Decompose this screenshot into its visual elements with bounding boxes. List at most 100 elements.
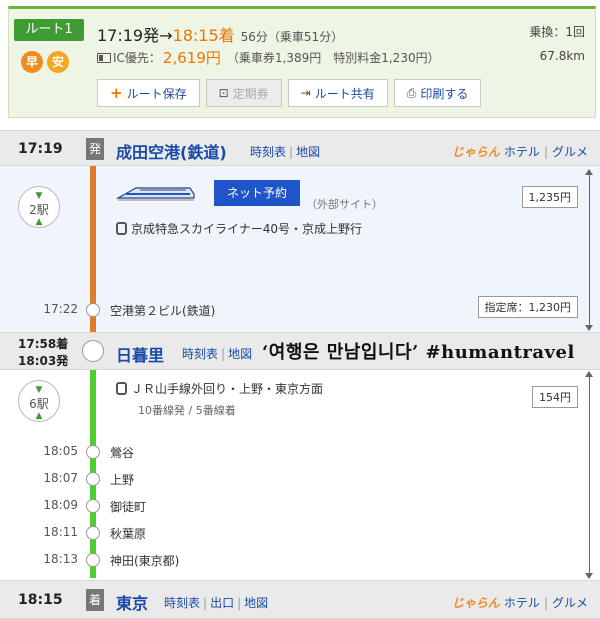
mid-stop-name: 神田(東京都) [110, 554, 180, 568]
mid-stop-time: 18:05 [43, 444, 78, 458]
mid-stop-time: 18:11 [43, 525, 78, 539]
dest-hotel-link[interactable]: ホテル [504, 594, 540, 611]
jalan-logo: じゃらん [451, 596, 500, 610]
leg1-train: 京成特急スカイライナー40号・京成上野行 [116, 220, 362, 237]
arrow-glyph: → [159, 26, 173, 45]
leg2-mid-stop: 18:05 鶯谷 [0, 442, 600, 462]
stop-dot [86, 445, 100, 459]
dest-exit-link[interactable]: 出口 [210, 596, 234, 610]
leg2-mid-stop: 18:09 御徒町 [0, 496, 600, 516]
fast-mark-icon: 早 [21, 51, 43, 73]
mid-stop-name: 御徒町 [110, 500, 147, 514]
leg1-mid-stop: 17:22 空港第２ビル(鉄道) [0, 300, 600, 320]
route-marks: 早 安 [21, 51, 69, 73]
leg2-train-name: ＪＲ山手線外回り・上野・東京方面 [131, 382, 324, 396]
transfer-stop-dot [82, 340, 104, 362]
mid-stop-name: 上野 [110, 473, 135, 487]
leg2-fare: 154円 [532, 386, 578, 408]
mid-stop-name: 鶯谷 [110, 446, 135, 460]
overlay-caption: ‘여행은 만남입니다’ #humantravel [262, 342, 575, 363]
origin-timetable-link[interactable]: 時刻表 [250, 145, 286, 159]
plus-icon: + [110, 84, 123, 102]
origin-stop-bar: 17:19 発 成田空港(鉄道) 時刻表 | 地図 じゃらん ホテル | グルメ [0, 130, 600, 166]
transfer-arrive-time: 17:58着 [18, 337, 69, 351]
transfer-depart-time: 18:03発 [18, 354, 69, 368]
train-icon [116, 382, 127, 395]
up-triangle-icon: ▼ [35, 385, 43, 395]
share-icon: ⇥ [300, 86, 311, 100]
action-buttons: + ルート保存 ⊡ 定期券 ⇥ ルート共有 ⎙ 印刷する [97, 79, 482, 107]
dest-map-link[interactable]: 地図 [244, 596, 268, 610]
leg1-count-label: 2駅 [29, 203, 49, 217]
mid-stop-name: 秋葉原 [110, 527, 147, 541]
dest-time: 18:15 [18, 592, 63, 608]
stop-dot [86, 499, 100, 513]
transfer-links: 時刻表 | 地図 [182, 347, 253, 361]
route-time: 17:19発→18:15着 56分（乗車51分） [97, 22, 343, 46]
mid-stop-name: 空港第２ビル(鉄道) [110, 304, 216, 318]
arrive-tag: 着 [86, 589, 104, 611]
cheap-mark-icon: 安 [47, 51, 69, 73]
down-triangle-icon: ▲ [35, 411, 43, 421]
transfer-timetable-link[interactable]: 時刻表 [182, 347, 218, 361]
train-icon [116, 222, 127, 235]
origin-station-link[interactable]: 成田空港(鉄道) [116, 139, 227, 163]
dest-station-link[interactable]: 東京 [116, 590, 148, 614]
print-label: 印刷する [420, 86, 469, 101]
leg2-count-label: 6駅 [29, 397, 49, 411]
origin-hotel-link[interactable]: ホテル [504, 143, 540, 160]
origin-time: 17:19 [18, 141, 63, 157]
up-triangle-icon: ▼ [35, 191, 43, 201]
leg2-train: ＪＲ山手線外回り・上野・東京方面 [116, 380, 323, 397]
pass-icon: ⊡ [218, 86, 229, 100]
leg2-line [90, 356, 96, 578]
duration: 56分（乗車51分） [240, 30, 344, 44]
printer-icon: ⎙ [406, 85, 417, 100]
ic-card-icon [97, 52, 111, 63]
share-route-label: ルート共有 [314, 86, 375, 101]
route-badge: ルート1 [14, 19, 84, 41]
leg2-mid-stop: 18:11 秋葉原 [0, 523, 600, 543]
stop-dot [86, 303, 100, 317]
transfer-map-link[interactable]: 地図 [228, 347, 252, 361]
commuter-pass-button[interactable]: ⊡ 定期券 [205, 79, 282, 107]
dest-hotel-links: じゃらん ホテル | グルメ [451, 594, 588, 611]
dest-gourmet-link[interactable]: グルメ [552, 594, 588, 611]
leg2-mid-stop: 18:13 神田(東京都) [0, 550, 600, 570]
dest-timetable-link[interactable]: 時刻表 [164, 596, 200, 610]
mid-stop-time: 18:07 [43, 471, 78, 485]
stop-dot [86, 526, 100, 540]
total-fare: 2,619円 [162, 49, 221, 67]
depart-tag: 発 [86, 138, 104, 160]
fare-detail: （乗車券1,389円 特別料金1,230円） [226, 51, 440, 65]
mid-stop-time: 18:09 [43, 498, 78, 512]
jalan-logo: じゃらん [451, 145, 500, 159]
transfer-station-link[interactable]: 日暮里 [116, 342, 164, 366]
net-reserve-button[interactable]: ネット予約 [214, 180, 300, 206]
dest-links: 時刻表 | 出口 | 地図 [164, 596, 269, 610]
save-route-button[interactable]: + ルート保存 [97, 79, 200, 107]
stop-dot [86, 472, 100, 486]
leg1-fare: 1,235円 [521, 186, 578, 208]
route-detail: 17:19 発 成田空港(鉄道) 時刻表 | 地図 じゃらん ホテル | グルメ ▼ 2駅 ▲… [0, 130, 600, 619]
leg2-mid-stop: 18:07 上野 [0, 469, 600, 489]
ic-label: IC優先： [113, 51, 161, 65]
commuter-pass-label: 定期券 [232, 86, 269, 101]
fare-line: IC優先： 2,619円 （乗車券1,389円 特別料金1,230円） [97, 47, 440, 68]
external-site-note: （外部サイト） [306, 198, 383, 211]
origin-hotel-links: じゃらん ホテル | グルメ [451, 143, 588, 160]
share-route-button[interactable]: ⇥ ルート共有 [287, 79, 388, 107]
origin-links: 時刻表 | 地図 [250, 145, 321, 159]
print-button[interactable]: ⎙ 印刷する [393, 79, 482, 107]
dest-stop-bar: 18:15 着 東京 時刻表 | 出口 | 地図 じゃらん ホテル | グルメ [0, 580, 600, 619]
origin-map-link[interactable]: 地図 [296, 145, 320, 159]
leg1-station-count: ▼ 2駅 ▲ [18, 186, 60, 228]
distance: 67.8km [539, 49, 585, 63]
arrive-time: 18:15着 [172, 26, 235, 45]
leg1-train-name: 京成特急スカイライナー40号・京成上野行 [131, 222, 363, 236]
mid-stop-time: 18:13 [43, 552, 78, 566]
save-route-label: ルート保存 [126, 86, 187, 101]
origin-gourmet-link[interactable]: グルメ [552, 143, 588, 160]
stop-dot [86, 553, 100, 567]
skyliner-train-icon [116, 187, 195, 201]
